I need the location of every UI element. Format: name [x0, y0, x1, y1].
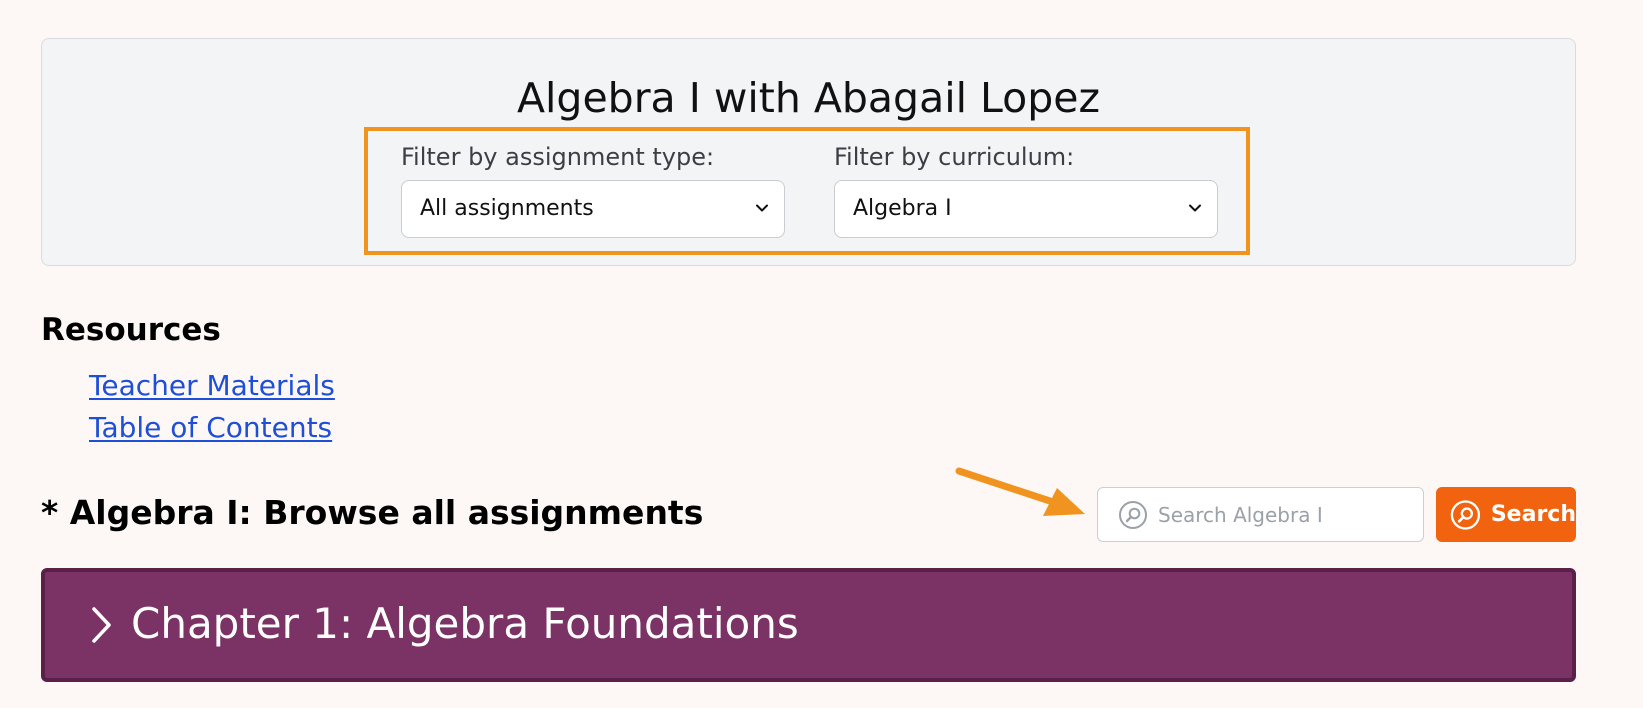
browse-assignments-heading: * Algebra I: Browse all assignments: [41, 493, 704, 532]
resources-heading: Resources: [41, 312, 221, 348]
table-of-contents-link[interactable]: Table of Contents: [89, 410, 332, 446]
course-header-panel: Algebra I with Abagail Lopez Filter by a…: [41, 38, 1576, 266]
search-icon: [1119, 501, 1147, 529]
filters-highlight-box: Filter by assignment type: All assignmen…: [364, 127, 1250, 255]
chapter-accordion-header[interactable]: Chapter 1: Algebra Foundations: [41, 568, 1576, 682]
chapter-title: Chapter 1: Algebra Foundations: [131, 599, 799, 648]
assignment-type-selected-value: All assignments: [420, 196, 594, 221]
curriculum-label: Filter by curriculum:: [834, 143, 1075, 171]
teacher-materials-link[interactable]: Teacher Materials: [89, 368, 335, 404]
assignment-type-label: Filter by assignment type:: [401, 143, 715, 171]
arrow-annotation: [955, 467, 1085, 516]
search-icon: [1450, 499, 1481, 530]
curriculum-selected-value: Algebra I: [853, 196, 952, 221]
assignment-type-select[interactable]: All assignments: [401, 180, 785, 238]
search-button[interactable]: Search: [1436, 487, 1576, 542]
chevron-down-icon: [1189, 204, 1201, 212]
assignment-type-filter: Filter by assignment type: All assignmen…: [401, 141, 785, 238]
page-title: Algebra I with Abagail Lopez: [516, 74, 1100, 122]
chevron-down-icon: [756, 204, 768, 212]
curriculum-select[interactable]: Algebra I: [834, 180, 1218, 238]
search-input[interactable]: [1158, 488, 1408, 541]
search-button-label: Search: [1490, 502, 1576, 527]
search-field[interactable]: [1097, 487, 1424, 542]
curriculum-filter: Filter by curriculum: Algebra I: [834, 141, 1218, 238]
chevron-right-icon: [92, 607, 111, 643]
